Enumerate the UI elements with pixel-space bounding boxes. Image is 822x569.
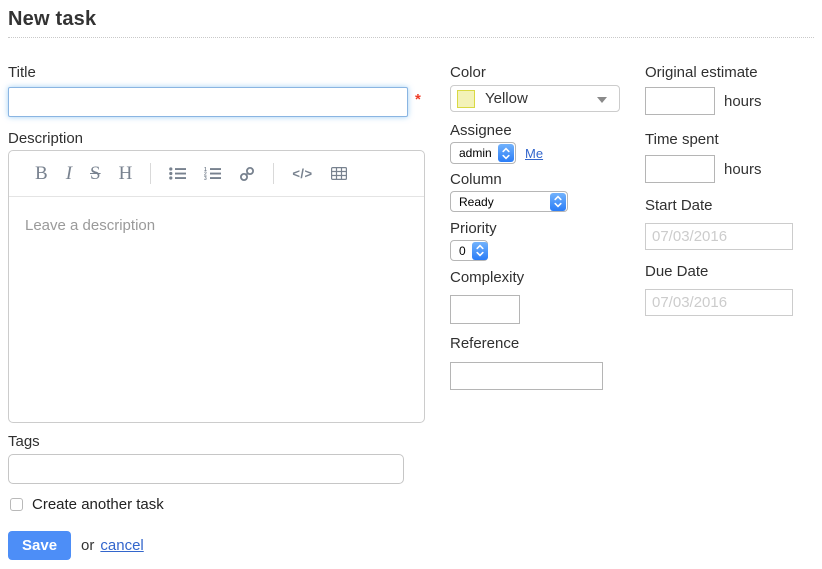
- create-another-checkbox[interactable]: [10, 498, 23, 511]
- time-spent-label: Time spent: [645, 131, 817, 149]
- header-divider: [8, 37, 814, 38]
- color-selected-value: Yellow: [485, 90, 528, 107]
- reference-input[interactable]: [450, 362, 603, 390]
- priority-select-wrap: 0: [450, 240, 636, 261]
- assign-to-me-link[interactable]: Me: [525, 146, 543, 161]
- column-select[interactable]: Ready: [450, 191, 568, 212]
- middle-column: Color Yellow Assignee admin Me Column Re…: [450, 56, 636, 390]
- tags-input[interactable]: [8, 454, 404, 484]
- column-label: Column: [450, 171, 636, 189]
- editor-toolbar: B I S H: [9, 151, 424, 197]
- original-estimate-label: Original estimate: [645, 64, 817, 82]
- required-asterisk: *: [415, 91, 421, 108]
- start-date-input[interactable]: [645, 223, 793, 250]
- strikethrough-icon[interactable]: S: [90, 164, 101, 184]
- bold-icon[interactable]: B: [35, 164, 48, 184]
- description-textarea[interactable]: Leave a description: [9, 197, 424, 255]
- title-row: *: [8, 87, 428, 117]
- due-date-label: Due Date: [645, 263, 817, 281]
- page-title: New task: [8, 8, 814, 31]
- unordered-list-icon[interactable]: [169, 167, 186, 180]
- or-text: or: [81, 537, 94, 554]
- time-spent-input[interactable]: [645, 155, 715, 183]
- select-stepper-icon: [550, 193, 566, 211]
- column-select-wrap: Ready: [450, 191, 636, 212]
- start-date-label: Start Date: [645, 197, 817, 215]
- left-column: Title * Description B I S H: [8, 56, 428, 560]
- description-editor: B I S H: [8, 150, 425, 423]
- svg-text:3: 3: [204, 176, 207, 180]
- select-stepper-icon: [472, 242, 488, 260]
- hours-suffix: hours: [724, 161, 762, 178]
- italic-icon[interactable]: I: [66, 164, 72, 184]
- due-date-input[interactable]: [645, 289, 793, 316]
- assignee-label: Assignee: [450, 122, 636, 140]
- original-estimate-input[interactable]: [645, 87, 715, 115]
- toolbar-separator: [150, 163, 151, 184]
- color-select[interactable]: Yellow: [450, 85, 620, 112]
- new-task-page: New task Title * Description B I S H: [0, 0, 822, 569]
- color-swatch-yellow: [457, 90, 475, 108]
- complexity-input[interactable]: [450, 295, 520, 324]
- save-button[interactable]: Save: [8, 531, 71, 560]
- page-header: New task: [0, 0, 822, 38]
- heading-icon[interactable]: H: [119, 164, 133, 184]
- title-input[interactable]: [8, 87, 408, 117]
- link-icon[interactable]: [239, 166, 255, 182]
- assignee-select[interactable]: admin: [450, 142, 516, 164]
- description-label: Description: [8, 130, 428, 148]
- toolbar-separator: [273, 163, 274, 184]
- priority-select[interactable]: 0: [450, 240, 488, 261]
- tags-label: Tags: [8, 433, 428, 451]
- action-row: Save or cancel: [8, 531, 428, 560]
- right-column: Original estimate hours Time spent hours…: [645, 56, 817, 316]
- cancel-link[interactable]: cancel: [100, 537, 143, 554]
- color-label: Color: [450, 64, 636, 82]
- complexity-label: Complexity: [450, 269, 636, 287]
- priority-label: Priority: [450, 220, 636, 238]
- create-another-label: Create another task: [32, 496, 164, 513]
- hours-suffix: hours: [724, 93, 762, 110]
- reference-label: Reference: [450, 335, 636, 353]
- ordered-list-icon[interactable]: 1 2 3: [204, 167, 221, 180]
- select-stepper-icon: [498, 144, 514, 162]
- time-spent-row: hours: [645, 155, 817, 183]
- table-icon[interactable]: [331, 167, 347, 180]
- create-another-row: Create another task: [8, 496, 428, 513]
- chevron-down-icon: [597, 97, 607, 103]
- code-icon[interactable]: </>: [292, 166, 312, 181]
- original-estimate-row: hours: [645, 87, 817, 115]
- description-placeholder: Leave a description: [25, 217, 155, 234]
- title-label: Title: [8, 64, 428, 82]
- assignee-row: admin Me: [450, 142, 636, 164]
